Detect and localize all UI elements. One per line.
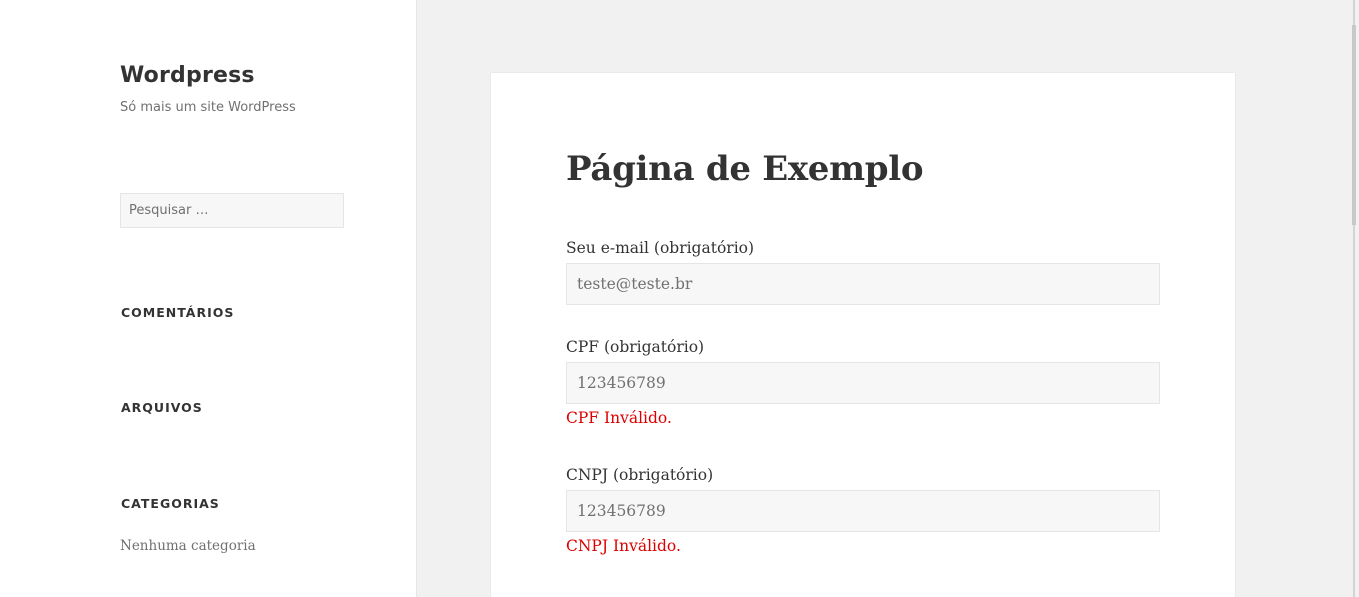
site-description: Só mais um site WordPress: [120, 100, 296, 115]
cpf-field[interactable]: [566, 362, 1160, 404]
widget-title-archives: ARQUIVOS: [121, 400, 203, 415]
page-title: Página de Exemplo: [566, 149, 924, 189]
cpf-label: CPF (obrigatório): [566, 338, 705, 356]
content-card: Página de Exemplo Seu e-mail (obrigatóri…: [491, 73, 1235, 597]
cnpj-label: CNPJ (obrigatório): [566, 466, 714, 484]
cnpj-field[interactable]: [566, 490, 1160, 532]
cpf-error-message: CPF Inválido.: [566, 409, 672, 427]
email-label: Seu e-mail (obrigatório): [566, 239, 755, 257]
email-field[interactable]: [566, 263, 1160, 305]
categories-empty-text: Nenhuma categoria: [120, 538, 256, 554]
widget-title-comments: COMENTÁRIOS: [121, 305, 235, 320]
cnpj-error-message: CNPJ Inválido.: [566, 537, 681, 555]
search-input[interactable]: [120, 193, 344, 228]
widget-title-categories: CATEGORIAS: [121, 496, 220, 511]
sidebar: Wordpress Só mais um site WordPress COME…: [0, 0, 417, 597]
site-title-link[interactable]: Wordpress: [120, 61, 255, 91]
scrollbar-thumb[interactable]: [1352, 25, 1356, 225]
